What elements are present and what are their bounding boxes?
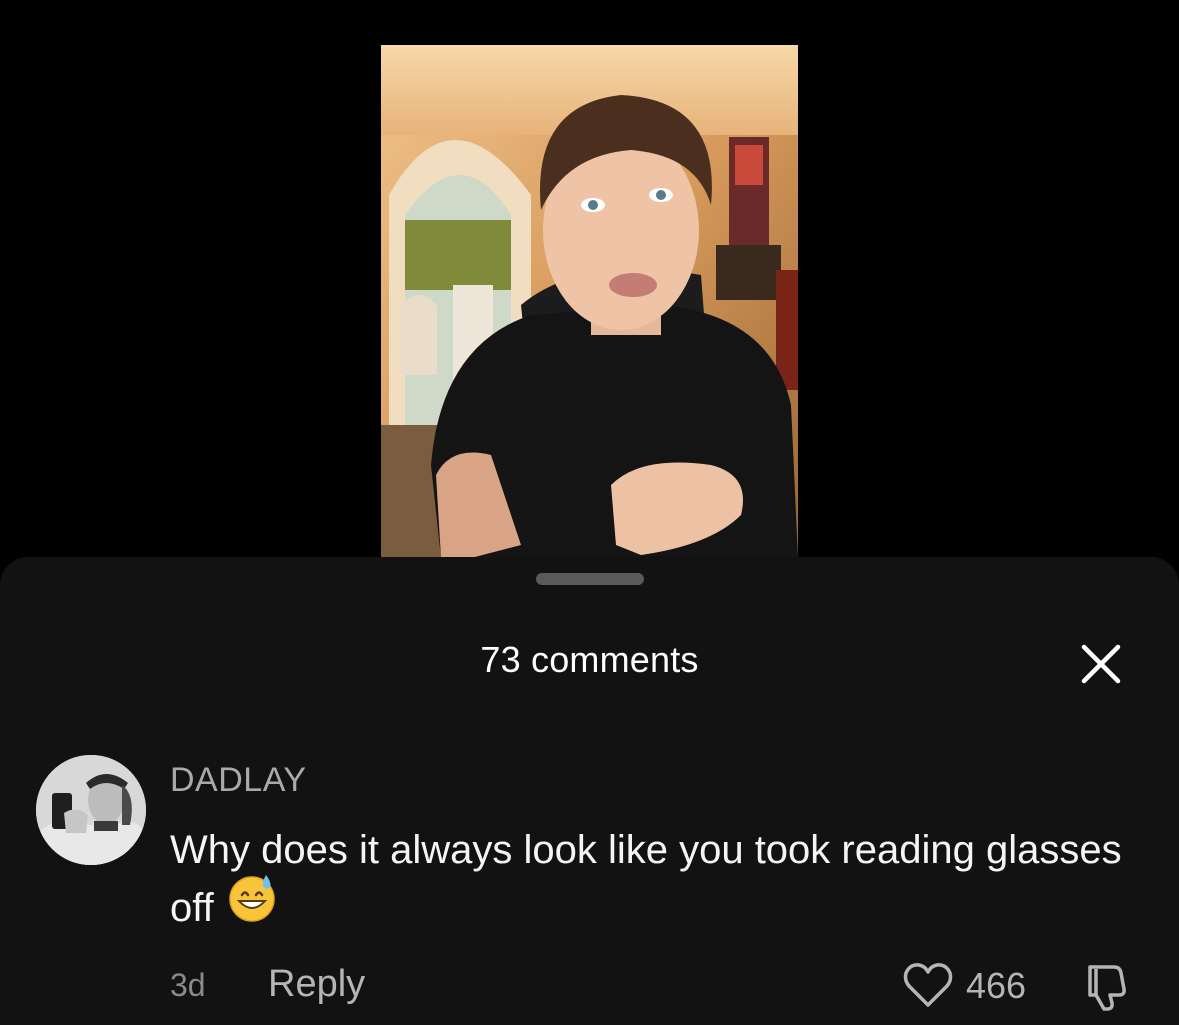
like-button[interactable] — [902, 961, 954, 1009]
comment-body: Why does it always look like you took re… — [170, 821, 1150, 939]
close-icon — [1081, 644, 1121, 684]
sheet-grabber-handle[interactable] — [536, 573, 644, 585]
avatar-image — [36, 755, 146, 865]
comment-text: Why does it always look like you took re… — [170, 828, 1122, 930]
avatar[interactable] — [36, 755, 146, 865]
dislike-button[interactable] — [1080, 961, 1132, 1013]
like-count: 466 — [966, 965, 1027, 1006]
comment-timestamp: 3d — [170, 967, 206, 1003]
comments-count-title: 73 comments — [480, 639, 699, 680]
close-button[interactable] — [1074, 637, 1128, 691]
comment-item: DADLAY Why does it always look like you … — [36, 755, 1156, 1025]
comment-username[interactable]: DADLAY — [170, 761, 307, 800]
comments-sheet: 73 comments DADLAY Why does it always lo… — [0, 557, 1179, 1025]
thumbs-down-icon — [1088, 965, 1126, 1011]
grinning-face-with-sweat-icon — [226, 871, 278, 939]
video-thumbnail[interactable] — [381, 45, 798, 558]
heart-icon — [903, 963, 953, 1007]
reply-button[interactable]: Reply — [268, 963, 365, 1006]
screen: 73 comments DADLAY Why does it always lo… — [0, 0, 1179, 1025]
video-thumbnail-image — [381, 45, 798, 558]
